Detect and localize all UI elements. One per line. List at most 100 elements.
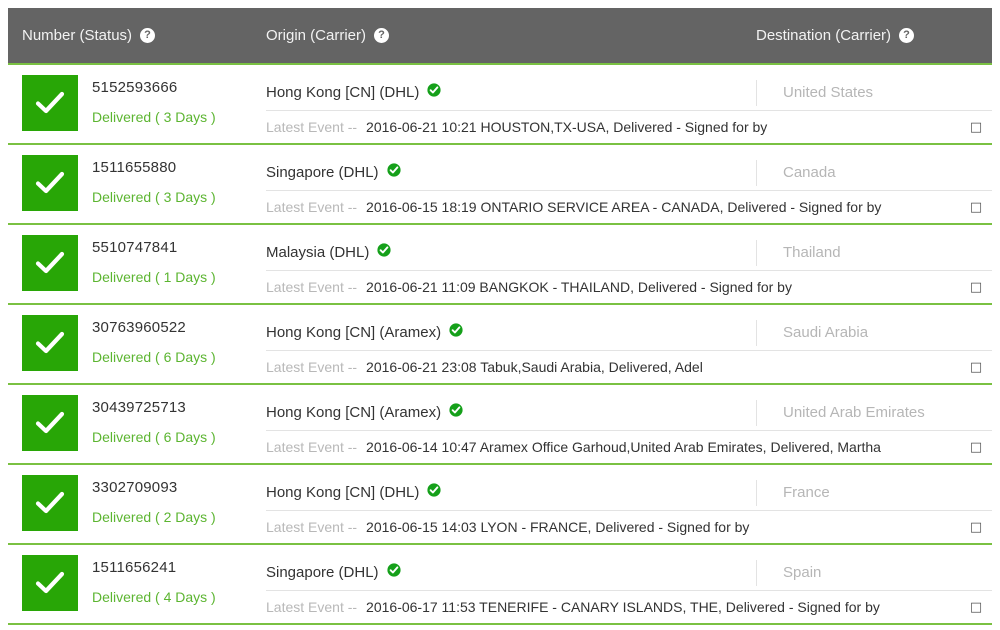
help-icon[interactable]: ? [899, 28, 915, 43]
status-cell: 5152593666 Delivered ( 3 Days ) [8, 65, 266, 143]
latest-event-row: Latest Event -- 2016-06-15 14:03 LYON - F… [266, 511, 992, 543]
status-badge: Delivered ( 4 Days ) [92, 589, 216, 605]
destination-cell: Saudi Arabia [756, 319, 992, 346]
route-row: Singapore (DHL) Spain [266, 555, 992, 591]
tracking-identity: 5152593666 Delivered ( 3 Days ) [78, 75, 216, 125]
detail-expand-icon[interactable]: □ [968, 440, 984, 455]
origin-cell: Malaysia (DHL) [266, 243, 756, 262]
detail-expand-icon[interactable]: □ [968, 360, 984, 375]
tracking-number[interactable]: 5152593666 [92, 79, 216, 96]
origin-label: Singapore (DHL) [266, 564, 379, 581]
table-row[interactable]: 3302709093 Delivered ( 2 Days ) Hong Kong … [8, 463, 992, 543]
destination-label: Spain [783, 564, 822, 581]
latest-event-label: Latest Event -- [266, 439, 358, 455]
detail-expand-icon[interactable]: □ [968, 200, 984, 215]
origin-cell: Singapore (DHL) [266, 163, 756, 182]
table-row[interactable]: 30439725713 Delivered ( 6 Days ) Hong Kong… [8, 383, 992, 463]
destination-label: United Arab Emirates [783, 404, 925, 421]
latest-event-text: 2016-06-21 23:08 Tabuk,Saudi Arabia, Del… [366, 359, 703, 375]
tracking-results-page: Store No.738510 Store No.738510 Store No… [0, 0, 1000, 630]
tracking-number[interactable]: 30763960522 [92, 319, 216, 336]
latest-event-label: Latest Event -- [266, 279, 358, 295]
latest-event-row: Latest Event -- 2016-06-21 11:09 BANGKOK … [266, 271, 992, 303]
delivered-check-icon [22, 75, 78, 131]
shipment-details-cell: Malaysia (DHL) Thailand Latest Event -- 201… [266, 225, 992, 303]
latest-event-row: Latest Event -- 2016-06-15 18:19 ONTARIO … [266, 191, 992, 223]
verified-check-icon [427, 83, 442, 102]
delivered-check-icon [22, 235, 78, 291]
table-header: Number (Status) ? Origin (Carrier) ? Des… [8, 8, 992, 63]
status-badge: Delivered ( 3 Days ) [92, 189, 216, 205]
latest-event-text: 2016-06-17 11:53 TENERIFE - CANARY ISLAN… [366, 599, 880, 615]
tracking-number[interactable]: 1511656241 [92, 559, 216, 576]
origin-label: Hong Kong [CN] (DHL) [266, 84, 420, 101]
tracking-row-list: 5152593666 Delivered ( 3 Days ) Hong Kong … [8, 63, 992, 623]
origin-cell: Hong Kong [CN] (DHL) [266, 483, 756, 502]
latest-event-text: 2016-06-21 10:21 HOUSTON,TX-USA, Deliver… [366, 119, 768, 135]
status-badge: Delivered ( 3 Days ) [92, 109, 216, 125]
delivered-check-icon [22, 315, 78, 371]
status-cell: 5510747841 Delivered ( 1 Days ) [8, 225, 266, 303]
origin-label: Hong Kong [CN] (DHL) [266, 484, 420, 501]
detail-expand-icon[interactable]: □ [968, 600, 984, 615]
shipment-details-cell: Singapore (DHL) Spain Latest Event -- 2016-… [266, 545, 992, 623]
status-cell: 1511656241 Delivered ( 4 Days ) [8, 545, 266, 623]
column-header-origin: Origin (Carrier) ? [266, 27, 756, 44]
help-icon[interactable]: ? [374, 28, 390, 43]
status-cell: 3302709093 Delivered ( 2 Days ) [8, 465, 266, 543]
table-row-partial[interactable] [8, 623, 992, 630]
tracking-identity: 1511655880 Delivered ( 3 Days ) [78, 155, 216, 205]
latest-event-text: 2016-06-21 11:09 BANGKOK - THAILAND, Del… [366, 279, 792, 295]
tracking-identity: 5510747841 Delivered ( 1 Days ) [78, 235, 216, 285]
origin-label: Hong Kong [CN] (Aramex) [266, 404, 442, 421]
table-row[interactable]: 30763960522 Delivered ( 6 Days ) Hong Kong… [8, 303, 992, 383]
latest-event-text: 2016-06-15 18:19 ONTARIO SERVICE AREA - … [366, 199, 882, 215]
status-cell: 1511655880 Delivered ( 3 Days ) [8, 145, 266, 223]
shipment-details-cell: Singapore (DHL) Canada Latest Event -- 2016… [266, 145, 992, 223]
table-row[interactable]: 5510747841 Delivered ( 1 Days ) Malaysia (… [8, 223, 992, 303]
origin-cell: Hong Kong [CN] (DHL) [266, 83, 756, 102]
destination-label: Canada [783, 164, 836, 181]
detail-expand-icon[interactable]: □ [968, 120, 984, 135]
verified-check-icon [449, 403, 463, 422]
table-row[interactable]: 5152593666 Delivered ( 3 Days ) Hong Kong … [8, 63, 992, 143]
route-row: Malaysia (DHL) Thailand [266, 235, 992, 271]
origin-cell: Hong Kong [CN] (Aramex) [266, 403, 756, 422]
tracking-identity: 1511656241 Delivered ( 4 Days ) [78, 555, 216, 605]
shipment-details-cell: Hong Kong [CN] (Aramex) Saudi Arabia Lates… [266, 305, 992, 383]
column-header-destination-label: Destination (Carrier) [756, 27, 892, 44]
column-header-number-label: Number (Status) [22, 27, 133, 44]
column-header-number: Number (Status) ? [8, 27, 266, 44]
table-row[interactable]: 1511655880 Delivered ( 3 Days ) Singapore … [8, 143, 992, 223]
destination-cell: United States [756, 79, 992, 106]
help-icon[interactable]: ? [140, 28, 156, 43]
tracking-number[interactable]: 1511655880 [92, 159, 216, 176]
shipment-details-cell: Hong Kong [CN] (DHL) France Latest Event -… [266, 465, 992, 543]
latest-event-label: Latest Event -- [266, 599, 358, 615]
shipment-details-cell: Hong Kong [CN] (DHL) United States Latest … [266, 65, 992, 143]
destination-label: France [783, 484, 830, 501]
status-badge: Delivered ( 6 Days ) [92, 349, 216, 365]
tracking-number[interactable]: 3302709093 [92, 479, 216, 496]
origin-label: Singapore (DHL) [266, 164, 379, 181]
latest-event-row: Latest Event -- 2016-06-14 10:47 Aramex O… [266, 431, 992, 463]
latest-event-row: Latest Event -- 2016-06-21 10:21 HOUSTON,… [266, 111, 992, 143]
destination-cell: Thailand [756, 239, 992, 266]
delivered-check-icon [22, 155, 78, 211]
status-cell: 30439725713 Delivered ( 6 Days ) [8, 385, 266, 463]
destination-label: Thailand [783, 244, 841, 261]
destination-cell: France [756, 479, 992, 506]
tracking-number[interactable]: 30439725713 [92, 399, 216, 416]
latest-event-row: Latest Event -- 2016-06-21 23:08 Tabuk,Sa… [266, 351, 992, 383]
detail-expand-icon[interactable]: □ [968, 520, 984, 535]
detail-expand-icon[interactable]: □ [968, 280, 984, 295]
origin-label: Hong Kong [CN] (Aramex) [266, 324, 442, 341]
destination-label: Saudi Arabia [783, 324, 869, 341]
table-row[interactable]: 1511656241 Delivered ( 4 Days ) Singapore … [8, 543, 992, 623]
verified-check-icon [427, 483, 442, 502]
latest-event-label: Latest Event -- [266, 119, 358, 135]
route-row: Hong Kong [CN] (DHL) United States [266, 75, 992, 111]
tracking-number[interactable]: 5510747841 [92, 239, 216, 256]
verified-check-icon [449, 323, 463, 342]
status-badge: Delivered ( 2 Days ) [92, 509, 216, 525]
